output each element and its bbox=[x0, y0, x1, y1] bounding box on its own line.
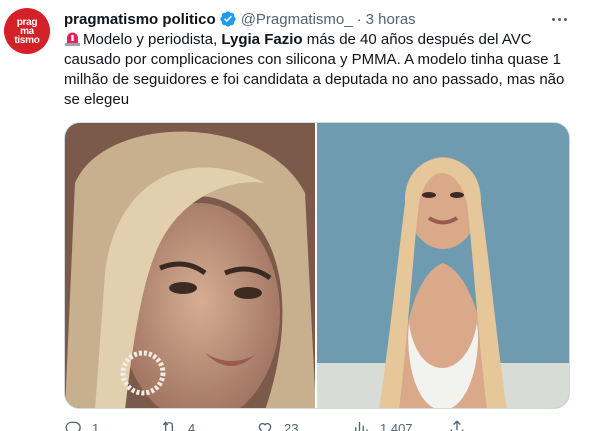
reply-count: 1 bbox=[92, 420, 100, 431]
tweet-text-part1: Modelo y periodista, bbox=[83, 31, 222, 48]
action-bar: 1 4 23 1.407 bbox=[64, 418, 574, 431]
media-image-right[interactable] bbox=[317, 123, 569, 408]
reply-button[interactable]: 1 bbox=[64, 419, 160, 431]
views-icon bbox=[355, 422, 368, 431]
retweet-count: 4 bbox=[188, 420, 196, 431]
timestamp[interactable]: 3 horas bbox=[366, 11, 416, 28]
tweet-text: Modelo y periodista, Lygia Fazio más de … bbox=[64, 30, 574, 110]
share-button[interactable] bbox=[448, 419, 466, 431]
avatar[interactable]: prag ma tismo bbox=[4, 8, 50, 54]
tweet[interactable]: prag ma tismo pragmatismo politico @Prag… bbox=[0, 0, 597, 431]
siren-emoji-icon bbox=[65, 32, 80, 46]
like-button[interactable]: 23 bbox=[256, 419, 352, 431]
media-grid bbox=[64, 122, 570, 409]
media-image-left[interactable] bbox=[65, 123, 315, 408]
beach-illustration bbox=[317, 123, 569, 408]
views-count: 1.407 bbox=[380, 420, 413, 431]
verified-badge-icon bbox=[220, 11, 236, 27]
like-count: 23 bbox=[284, 420, 299, 431]
portrait-illustration bbox=[65, 123, 315, 408]
heart-icon bbox=[258, 422, 272, 431]
more-options-icon[interactable] bbox=[548, 8, 570, 30]
tweet-header: pragmatismo politico @Pragmatismo_ · 3 h… bbox=[64, 9, 416, 29]
retweet-icon bbox=[162, 421, 175, 431]
retweet-button[interactable]: 4 bbox=[160, 419, 256, 431]
avatar-text-3: tismo bbox=[14, 34, 40, 46]
share-icon bbox=[450, 420, 464, 431]
author-handle[interactable]: @Pragmatismo_ bbox=[241, 11, 353, 28]
tweet-text-bold: Lygia Fazio bbox=[221, 31, 303, 48]
author-name[interactable]: pragmatismo politico bbox=[64, 11, 216, 28]
views-button[interactable]: 1.407 bbox=[352, 419, 448, 431]
separator-dot: · bbox=[356, 10, 362, 28]
reply-icon bbox=[65, 421, 81, 431]
